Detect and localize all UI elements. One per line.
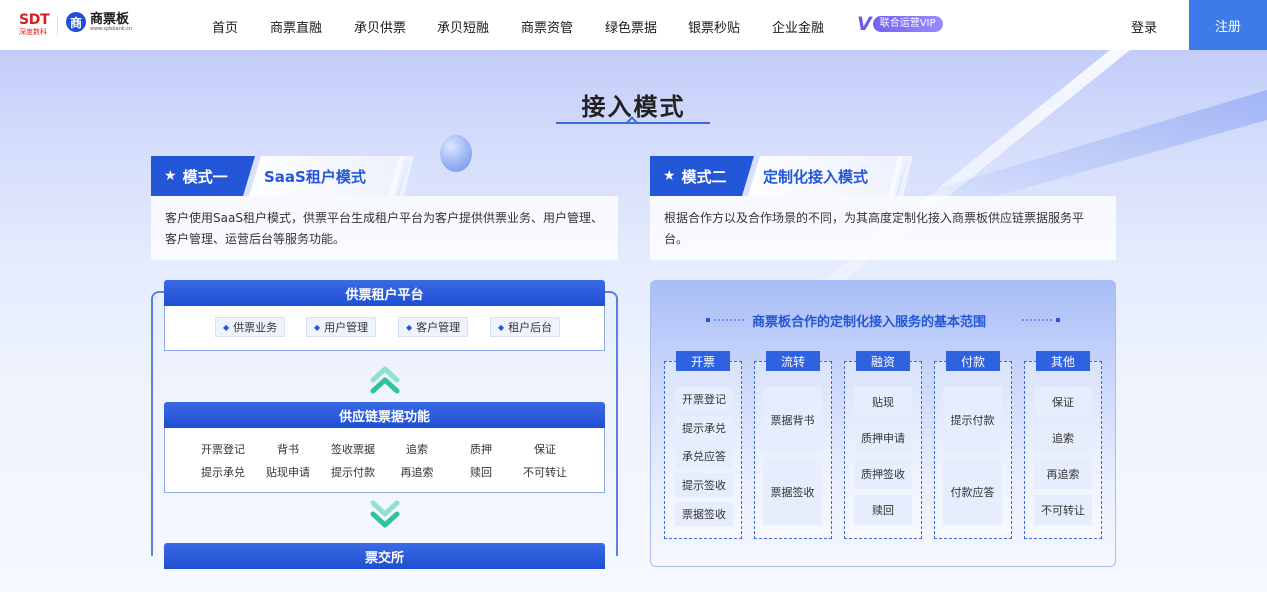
- scope-item: 不可转让: [1034, 495, 1092, 525]
- scope-item: 提示承兑: [675, 416, 733, 440]
- mode2-stripes-decoration: [885, 156, 915, 196]
- function-item: 提示付款: [331, 466, 375, 479]
- nav-item-home[interactable]: 首页: [212, 17, 238, 36]
- vip-badge-link[interactable]: V 联合运营VIP: [857, 13, 943, 35]
- platform-item-label: 供票业务: [233, 321, 278, 334]
- function-item: 贴现申请: [266, 466, 310, 479]
- mode2-description: 根据合作方以及合作场景的不同，为其高度定制化接入商票板供应链票据服务平台。: [650, 196, 1116, 260]
- nav-item-asset-management[interactable]: 商票资管: [521, 17, 573, 36]
- nav-item-short-financing[interactable]: 承贝短融: [437, 17, 489, 36]
- platform-item-label: 租户后台: [508, 321, 553, 334]
- nav-item-green-bill[interactable]: 绿色票据: [605, 17, 657, 36]
- scope-item: 质押签收: [854, 459, 912, 489]
- scope-column-title: 开票: [676, 351, 730, 371]
- mode1-header: ★ 模式一 SaaS租户模式: [151, 156, 414, 196]
- function-item: 赎回: [470, 466, 492, 479]
- scope-item: 承兑应答: [675, 444, 733, 468]
- star-icon: ★: [164, 168, 177, 184]
- scope-column-title: 其他: [1036, 351, 1090, 371]
- title-right-dashed-decoration: [1022, 318, 1060, 322]
- function-item: 再追索: [400, 466, 434, 479]
- double-chevron-up-icon: [370, 366, 400, 394]
- scope-item: 保证: [1034, 387, 1092, 417]
- section-title: 接入模式: [581, 93, 686, 121]
- scope-item: 贴现: [854, 387, 912, 417]
- scope-title: 商票板合作的定制化接入服务的基本范围: [752, 315, 987, 330]
- top-navigation-bar: SDT 深度数科 商 商票板 www.spbbank.cn 首页 商票直融 承贝…: [0, 0, 1267, 50]
- spb-logo-icon: 商: [66, 12, 86, 32]
- scope-item: 开票登记: [675, 387, 733, 411]
- vip-label: 联合运营VIP: [872, 16, 943, 32]
- function-item: 追索: [406, 443, 428, 456]
- spb-logo-url: www.spbbank.cn: [90, 25, 133, 32]
- scope-item: 提示签收: [675, 473, 733, 497]
- platform-item: ◆ 租户后台: [490, 317, 561, 337]
- scope-item: 赎回: [854, 495, 912, 525]
- tenant-platform-box: ◆ 供票业务 ◆ 用户管理 ◆ 客户管理 ◆ 租户后台: [164, 306, 605, 351]
- mode1-description: 客户使用SaaS租户模式，供票平台生成租户平台为客户提供供票业务、用户管理、客户…: [151, 196, 618, 260]
- platform-item-label: 客户管理: [416, 321, 461, 334]
- sdt-logo[interactable]: SDT 深度数科: [19, 12, 51, 36]
- function-item: 质押: [470, 443, 492, 456]
- mode1-tag: ★ 模式一: [151, 156, 255, 196]
- function-item: 签收票据: [331, 443, 375, 456]
- sdt-logo-text: SDT: [19, 12, 50, 28]
- diamond-icon: ◆: [498, 322, 505, 332]
- scope-item: 追索: [1034, 423, 1092, 453]
- mode2-name: 定制化接入模式: [748, 156, 908, 196]
- scope-item: 票据签收: [675, 502, 733, 526]
- nav-item-direct-financing[interactable]: 商票直融: [270, 17, 322, 36]
- scope-item: 票据签收: [763, 459, 822, 525]
- scope-column-title: 融资: [856, 351, 910, 371]
- nav-item-supply-bill[interactable]: 承贝供票: [354, 17, 406, 36]
- scope-item: 提示付款: [943, 387, 1002, 453]
- tenant-platform-title: 供票租户平台: [164, 280, 605, 306]
- function-item: 保证: [534, 443, 556, 456]
- function-item: 背书: [277, 443, 299, 456]
- mode1-tag-label: 模式一: [182, 167, 228, 186]
- bill-exchange-title: 票交所: [164, 543, 605, 569]
- spb-logo[interactable]: 商 商票板 www.spbbank.cn: [66, 12, 132, 32]
- supply-chain-function-title: 供应链票据功能: [164, 402, 605, 428]
- scope-item: 付款应答: [943, 459, 1002, 525]
- platform-item-label: 用户管理: [324, 321, 369, 334]
- double-chevron-down-icon: [370, 500, 400, 528]
- function-item: 开票登记: [201, 443, 245, 456]
- scope-item: 再追索: [1034, 459, 1092, 489]
- spb-logo-name: 商票板: [90, 11, 130, 27]
- scope-item: 票据背书: [763, 387, 822, 453]
- login-link[interactable]: 登录: [1131, 17, 1157, 36]
- logo-divider: [57, 15, 58, 35]
- decorative-orb: [440, 135, 472, 172]
- scope-column-title: 付款: [946, 351, 1000, 371]
- platform-item: ◆ 供票业务: [215, 317, 286, 337]
- function-item: 不可转让: [523, 466, 567, 479]
- diamond-icon: ◆: [314, 322, 321, 332]
- mode2-tag-label: 模式二: [681, 167, 727, 186]
- function-item: 提示承兑: [201, 466, 245, 479]
- vip-icon: V: [857, 13, 872, 35]
- title-left-dashed-decoration: [706, 318, 744, 322]
- supply-chain-function-box: 开票登记 背书 签收票据 追索 质押 保证 提示承兑 贴现申请 提示付款 再追索…: [164, 428, 605, 493]
- mode2-header: ★ 模式二 定制化接入模式: [650, 156, 913, 196]
- nav-item-corporate-finance[interactable]: 企业金融: [772, 17, 824, 36]
- mode1-stripes-decoration: [386, 156, 416, 196]
- platform-item: ◆ 客户管理: [398, 317, 469, 337]
- diamond-icon: ◆: [406, 322, 413, 332]
- scope-item: 质押申请: [854, 423, 912, 453]
- platform-item: ◆ 用户管理: [306, 317, 377, 337]
- scope-column-title: 流转: [766, 351, 820, 371]
- diamond-icon: ◆: [223, 322, 230, 332]
- mode1-name: SaaS租户模式: [249, 156, 409, 196]
- register-button[interactable]: 注册: [1189, 0, 1267, 50]
- sdt-logo-subtext: 深度数科: [19, 28, 47, 36]
- nav-item-instant-discount[interactable]: 银票秒贴: [688, 17, 740, 36]
- star-icon: ★: [663, 168, 676, 184]
- mode2-tag: ★ 模式二: [650, 156, 754, 196]
